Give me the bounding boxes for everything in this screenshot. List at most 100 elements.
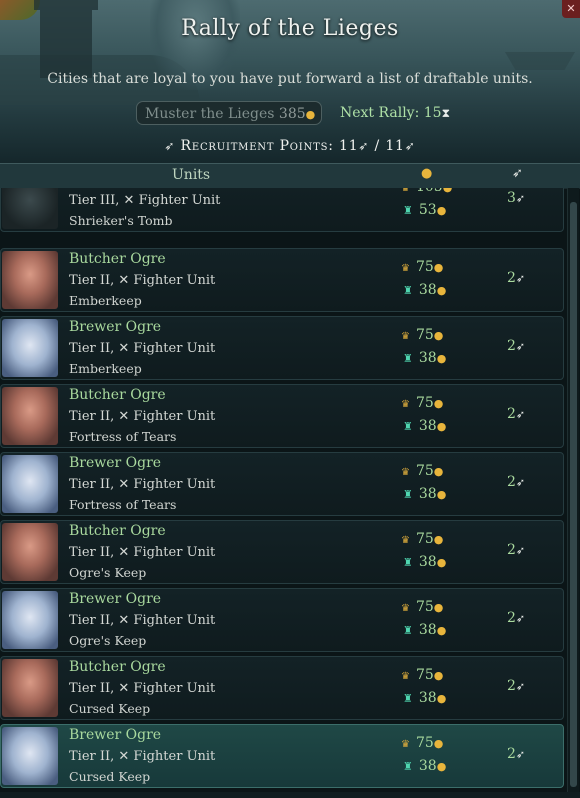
influence-icon: ♛ bbox=[401, 331, 410, 342]
window-subtitle: Cities that are loyal to you have put fo… bbox=[47, 71, 533, 87]
influence-cost-value: 75 bbox=[415, 327, 434, 343]
recruitment-point-icon: ➶ bbox=[358, 139, 370, 153]
influence-cost: ♛ 75● bbox=[401, 599, 443, 615]
city-cost-value: 38 bbox=[418, 350, 437, 366]
influence-cost: ♛ 75● bbox=[401, 735, 443, 751]
gold-icon: ● bbox=[436, 488, 447, 501]
city-icon: ♜ bbox=[403, 420, 413, 433]
gold-icon: ● bbox=[433, 397, 444, 410]
influence-icon: ♛ bbox=[401, 399, 410, 410]
unit-row[interactable]: Butcher Ogre Tier II, ✕ Fighter Unit Ogre'… bbox=[0, 520, 564, 584]
unit-type: Tier II, ✕ Fighter Unit bbox=[69, 545, 216, 560]
unit-row[interactable]: Butcher Ogre Tier II, ✕ Fighter Unit Fortr… bbox=[0, 384, 564, 448]
city-icon: ♜ bbox=[403, 624, 413, 637]
recruitment-point-icon: ➶ bbox=[515, 340, 526, 353]
unit-name: Brewer Ogre bbox=[69, 455, 162, 471]
unit-portrait bbox=[2, 455, 58, 513]
recruitment-cost-value: 3 bbox=[507, 190, 516, 206]
unit-type: Tier II, ✕ Fighter Unit bbox=[69, 409, 216, 424]
city-cost: ♜ 38● bbox=[401, 350, 446, 366]
unit-city: Ogre's Keep bbox=[69, 565, 147, 580]
city-icon: ♜ bbox=[403, 692, 413, 705]
unit-portrait bbox=[2, 251, 58, 309]
unit-type: Tier II, ✕ Fighter Unit bbox=[69, 273, 216, 288]
city-cost-value: 38 bbox=[418, 622, 437, 638]
unit-row[interactable]: Brewer Ogre Tier II, ✕ Fighter Unit Cursed… bbox=[0, 724, 564, 788]
unit-type: Tier II, ✕ Fighter Unit bbox=[69, 681, 216, 696]
city-cost: ♜ 38● bbox=[401, 554, 446, 570]
footer-edge bbox=[0, 792, 580, 798]
unit-row[interactable]: Brewer Ogre Tier II, ✕ Fighter Unit Ogre's… bbox=[0, 588, 564, 652]
unit-list: Corrupt SoulTier III, ✕ Fighter UnitShri… bbox=[0, 188, 566, 791]
next-rally-label: Next Rally: bbox=[340, 105, 420, 121]
gold-icon: ● bbox=[433, 737, 444, 750]
unit-row[interactable]: Corrupt SoulTier III, ✕ Fighter UnitShri… bbox=[0, 188, 564, 232]
recruitment-point-icon: ➶ bbox=[515, 544, 526, 557]
next-rally: Next Rally: 15⧗ bbox=[340, 105, 450, 121]
unit-type: Tier II, ✕ Fighter Unit bbox=[69, 341, 216, 356]
gold-icon: ● bbox=[436, 204, 447, 217]
hourglass-icon: ⧗ bbox=[441, 106, 451, 120]
unit-city: Ogre's Keep bbox=[69, 633, 147, 648]
recruitment-cost-value: 2 bbox=[507, 474, 516, 490]
gold-icon: ● bbox=[436, 760, 447, 773]
influence-cost: ♛ 75● bbox=[401, 463, 443, 479]
recruitment-cost-value: 2 bbox=[507, 746, 516, 762]
influence-icon: ♛ bbox=[401, 263, 410, 274]
city-cost-value: 38 bbox=[418, 418, 437, 434]
influence-cost-value: 75 bbox=[415, 735, 434, 751]
gold-icon: ● bbox=[436, 352, 447, 365]
recruitment-max: 11 bbox=[385, 138, 405, 154]
influence-icon: ♛ bbox=[401, 188, 410, 194]
city-cost: ♜ 38● bbox=[401, 282, 446, 298]
scrollbar[interactable] bbox=[567, 188, 579, 793]
unit-name: Butcher Ogre bbox=[69, 387, 166, 403]
influence-cost: ♛ 75● bbox=[401, 395, 443, 411]
gold-icon: ● bbox=[305, 108, 316, 121]
unit-city: Emberkeep bbox=[69, 293, 142, 308]
recruitment-cost-value: 2 bbox=[507, 270, 516, 286]
unit-row[interactable]: Butcher Ogre Tier II, ✕ Fighter Unit Ember… bbox=[0, 248, 564, 312]
recruitment-cost-value: 2 bbox=[507, 338, 516, 354]
influence-cost-value: 75 bbox=[415, 395, 434, 411]
recruitment-cost: 2➶ bbox=[507, 678, 525, 694]
influence-icon: ♛ bbox=[401, 603, 410, 614]
recruitment-cost: 2➶ bbox=[507, 746, 525, 762]
city-cost: ♜ 53● bbox=[401, 202, 446, 218]
recruitment-cost: 2➶ bbox=[507, 406, 525, 422]
column-header-bar: Units ● ➶ bbox=[0, 163, 580, 189]
recruitment-point-icon: ➶ bbox=[515, 748, 526, 761]
scrollbar-thumb[interactable] bbox=[570, 202, 577, 787]
gold-icon: ● bbox=[433, 465, 444, 478]
unit-name: Brewer Ogre bbox=[69, 727, 162, 743]
muster-the-lieges-button[interactable]: Muster the Lieges 385● bbox=[136, 101, 322, 125]
recruitment-cost-value: 2 bbox=[507, 610, 516, 626]
city-icon: ♜ bbox=[403, 204, 413, 217]
influence-cost: ♛ 75● bbox=[401, 327, 443, 343]
column-units: Units bbox=[172, 167, 211, 183]
recruitment-point-icon: ➶ bbox=[515, 272, 526, 285]
recruitment-point-icon: ➶ bbox=[515, 192, 526, 205]
city-cost-value: 38 bbox=[418, 282, 437, 298]
recruitment-point-icon: ➶ bbox=[515, 408, 526, 421]
unit-row[interactable]: Brewer Ogre Tier II, ✕ Fighter Unit Emberk… bbox=[0, 316, 564, 380]
recruitment-separator: / bbox=[374, 138, 381, 154]
unit-portrait bbox=[2, 659, 58, 717]
influence-cost-value: 75 bbox=[415, 463, 434, 479]
recruitment-cost: 2➶ bbox=[507, 610, 525, 626]
influence-cost-value: 75 bbox=[415, 531, 434, 547]
city-icon: ♜ bbox=[403, 488, 413, 501]
city-cost: ♜ 38● bbox=[401, 486, 446, 502]
unit-row[interactable]: Brewer Ogre Tier II, ✕ Fighter Unit Fortre… bbox=[0, 452, 564, 516]
influence-cost-value: 75 bbox=[415, 599, 434, 615]
recruitment-cost-value: 2 bbox=[507, 406, 516, 422]
unit-city: Cursed Keep bbox=[69, 701, 151, 716]
influence-icon: ♛ bbox=[401, 739, 410, 750]
city-cost-value: 38 bbox=[418, 690, 437, 706]
city-icon: ♜ bbox=[403, 556, 413, 569]
unit-portrait bbox=[2, 727, 58, 785]
gold-icon: ● bbox=[443, 188, 453, 194]
city-icon: ♜ bbox=[403, 284, 413, 297]
unit-row[interactable]: Butcher Ogre Tier II, ✕ Fighter Unit Curse… bbox=[0, 656, 564, 720]
muster-cost: 385 bbox=[278, 106, 306, 122]
